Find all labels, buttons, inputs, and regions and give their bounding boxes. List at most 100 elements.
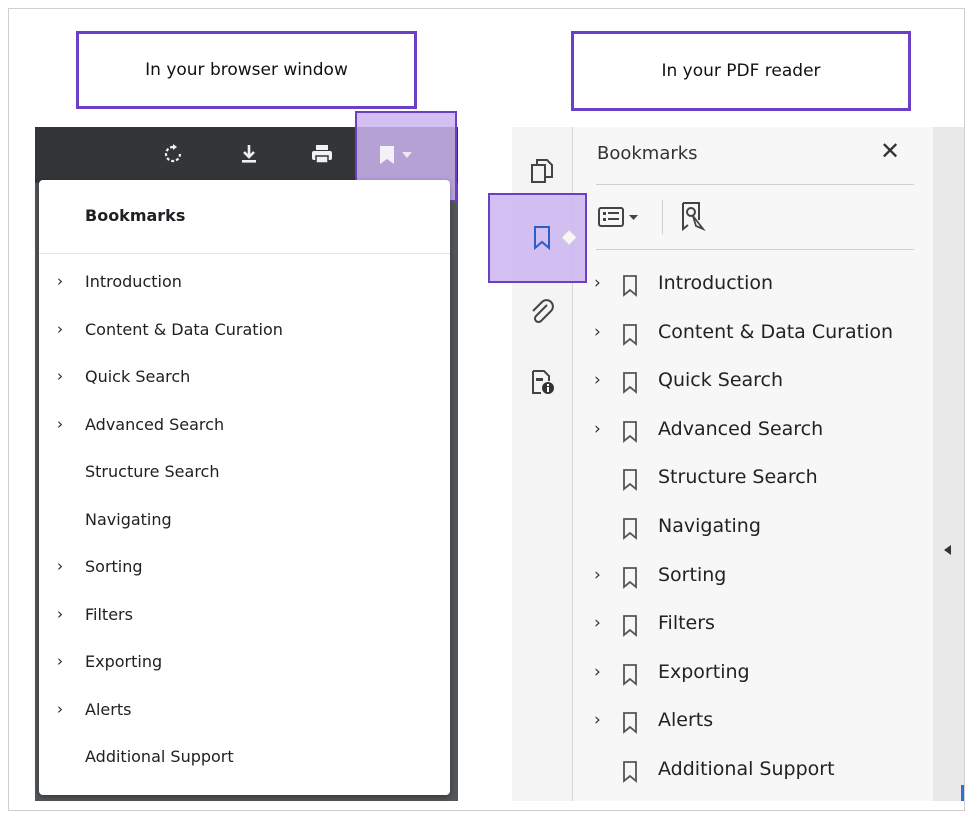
- pdf-bookmark-item[interactable]: › Advanced Search: [590, 408, 930, 457]
- bookmark-label: Content & Data Curation: [658, 320, 894, 343]
- rotate-icon[interactable]: [158, 139, 188, 169]
- bookmark-label: Advanced Search: [658, 417, 824, 440]
- browser-callout: In your browser window: [76, 31, 417, 109]
- chevron-right-icon[interactable]: ›: [57, 415, 63, 433]
- browser-bookmark-item[interactable]: › Filters: [39, 599, 450, 647]
- bookmark-label: Navigating: [658, 514, 761, 537]
- chevron-right-icon[interactable]: ›: [57, 700, 63, 718]
- bookmark-icon: [623, 712, 637, 735]
- chevron-right-icon[interactable]: ›: [57, 557, 63, 575]
- browser-bookmark-item[interactable]: › Introduction: [39, 266, 450, 314]
- scroll-marker: [961, 785, 964, 801]
- bookmark-icon: [380, 146, 394, 164]
- chevron-right-icon[interactable]: ›: [57, 367, 63, 385]
- bookmark-icon: [623, 469, 637, 492]
- browser-bookmark-item[interactable]: › Alerts: [39, 694, 450, 742]
- chevron-right-icon[interactable]: ›: [594, 565, 601, 585]
- panel-divider: [596, 249, 914, 250]
- chevron-right-icon[interactable]: ›: [594, 273, 601, 293]
- bookmark-label: Alerts: [658, 709, 714, 732]
- pdf-pane-gutter: [933, 127, 964, 801]
- bookmark-label: Exporting: [85, 652, 163, 671]
- chevron-right-icon[interactable]: ›: [594, 322, 601, 342]
- pdf-reader-callout: In your PDF reader: [571, 31, 911, 111]
- pdf-bookmark-item[interactable]: › Sorting: [590, 554, 930, 603]
- toolbar-separator: [662, 200, 663, 234]
- browser-bookmark-item[interactable]: › Content & Data Curation: [39, 314, 450, 362]
- chevron-right-icon[interactable]: ›: [594, 370, 601, 390]
- dropdown-title: Bookmarks: [85, 206, 186, 225]
- bookmark-icon: [623, 566, 637, 589]
- bookmark-options-button[interactable]: [598, 204, 638, 230]
- pdf-reader-callout-text: In your PDF reader: [661, 61, 821, 81]
- download-icon[interactable]: [234, 139, 264, 169]
- bookmark-label: Structure Search: [85, 462, 220, 481]
- chevron-right-icon[interactable]: ›: [57, 272, 63, 290]
- bookmark-icon: [623, 420, 637, 443]
- bookmark-label: Introduction: [658, 272, 774, 294]
- bookmark-label: Additional Support: [85, 747, 234, 766]
- chevron-right-icon[interactable]: ›: [57, 605, 63, 623]
- pdf-bookmark-item[interactable]: › Introduction: [590, 262, 930, 311]
- browser-bookmark-item[interactable]: Structure Search: [39, 456, 450, 504]
- chevron-right-icon[interactable]: ›: [594, 662, 601, 682]
- caret-down-icon: [629, 214, 638, 220]
- collapse-pane-arrow-icon[interactable]: [944, 545, 951, 555]
- browser-bookmark-item[interactable]: › Advanced Search: [39, 409, 450, 457]
- browser-bookmarks-button[interactable]: [378, 140, 434, 170]
- pdf-bookmark-item[interactable]: Additional Support: [590, 748, 930, 797]
- pdf-bookmark-item[interactable]: › Exporting: [590, 651, 930, 700]
- chevron-right-icon[interactable]: ›: [594, 613, 601, 633]
- bookmark-label: Sorting: [85, 557, 143, 576]
- bookmark-label: Sorting: [658, 563, 727, 586]
- bookmark-label: Navigating: [85, 509, 172, 529]
- bookmark-icon: [623, 663, 637, 686]
- print-icon[interactable]: [306, 139, 338, 169]
- chevron-right-icon[interactable]: ›: [594, 419, 601, 439]
- pdf-bookmark-list: › Introduction › Content & Data Curation ›…: [590, 262, 930, 797]
- pages-icon[interactable]: [526, 155, 558, 187]
- pdf-panel-title: Bookmarks: [597, 143, 698, 164]
- bookmark-label: Quick Search: [85, 367, 191, 386]
- pdf-bookmark-item[interactable]: Navigating: [590, 505, 930, 554]
- dropdown-divider: [39, 253, 450, 254]
- close-icon[interactable]: ✕: [880, 137, 900, 165]
- panel-divider: [596, 184, 914, 185]
- pdf-bookmark-item[interactable]: › Quick Search: [590, 359, 930, 408]
- bookmark-label: Filters: [85, 604, 133, 624]
- find-bookmark-icon[interactable]: [677, 200, 709, 232]
- browser-bookmark-item[interactable]: Navigating: [39, 504, 450, 552]
- chevron-right-icon[interactable]: ›: [57, 320, 63, 338]
- bookmark-icon: [623, 323, 637, 346]
- bookmark-label: Structure Search: [658, 466, 818, 489]
- pdf-bookmark-item[interactable]: › Alerts: [590, 699, 930, 748]
- bookmark-label: Introduction: [85, 272, 182, 291]
- bookmark-label: Alerts: [85, 699, 132, 719]
- browser-bookmark-item[interactable]: Additional Support: [39, 741, 450, 789]
- document-info-icon[interactable]: [526, 366, 558, 398]
- pdf-bookmark-item[interactable]: › Filters: [590, 602, 930, 651]
- attachment-icon[interactable]: [526, 297, 558, 329]
- caret-down-icon: [402, 152, 412, 158]
- options-list-icon: [598, 207, 624, 227]
- browser-bookmarks-dropdown: Bookmarks › Introduction › Content & Data …: [39, 180, 450, 795]
- browser-bookmark-item[interactable]: › Quick Search: [39, 361, 450, 409]
- bookmark-icon: [623, 615, 637, 638]
- bookmark-label: Exporting: [658, 660, 750, 683]
- bookmark-label: Filters: [658, 612, 715, 635]
- browser-bookmark-list: › Introduction › Content & Data Curation ›…: [39, 266, 450, 789]
- bookmark-icon: [623, 275, 637, 297]
- bookmark-icon[interactable]: [526, 222, 558, 254]
- pdf-bookmark-item[interactable]: Structure Search: [590, 456, 930, 505]
- bookmark-icon: [623, 372, 637, 395]
- bookmark-label: Advanced Search: [85, 414, 225, 434]
- bookmark-icon: [623, 518, 637, 540]
- chevron-right-icon[interactable]: ›: [57, 652, 63, 670]
- browser-callout-text: In your browser window: [145, 60, 348, 80]
- chevron-right-icon[interactable]: ›: [594, 710, 601, 730]
- browser-bookmark-item[interactable]: › Exporting: [39, 646, 450, 694]
- browser-bookmark-item[interactable]: › Sorting: [39, 551, 450, 599]
- bookmark-label: Additional Support: [658, 757, 835, 780]
- bookmark-label: Content & Data Curation: [85, 319, 283, 339]
- pdf-bookmark-item[interactable]: › Content & Data Curation: [590, 311, 930, 360]
